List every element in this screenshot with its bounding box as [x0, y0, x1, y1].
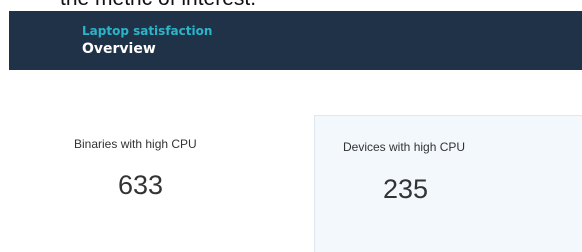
report-category-label: Laptop satisfaction [82, 24, 213, 38]
kpi-label: Devices with high CPU [343, 140, 466, 154]
kpi-label: Binaries with high CPU [74, 137, 197, 151]
kpi-value: 235 [383, 174, 429, 204]
kpi-value: 633 [118, 170, 164, 200]
top-caption-text: the metric of interest. [60, 0, 256, 11]
page-title: Overview [82, 41, 156, 57]
report-header-banner: Laptop satisfaction Overview [9, 11, 582, 70]
kpi-card-binaries-high-cpu[interactable]: Binaries with high CPU 633 [60, 115, 310, 252]
kpi-card-devices-high-cpu[interactable]: Devices with high CPU 235 [314, 115, 582, 252]
